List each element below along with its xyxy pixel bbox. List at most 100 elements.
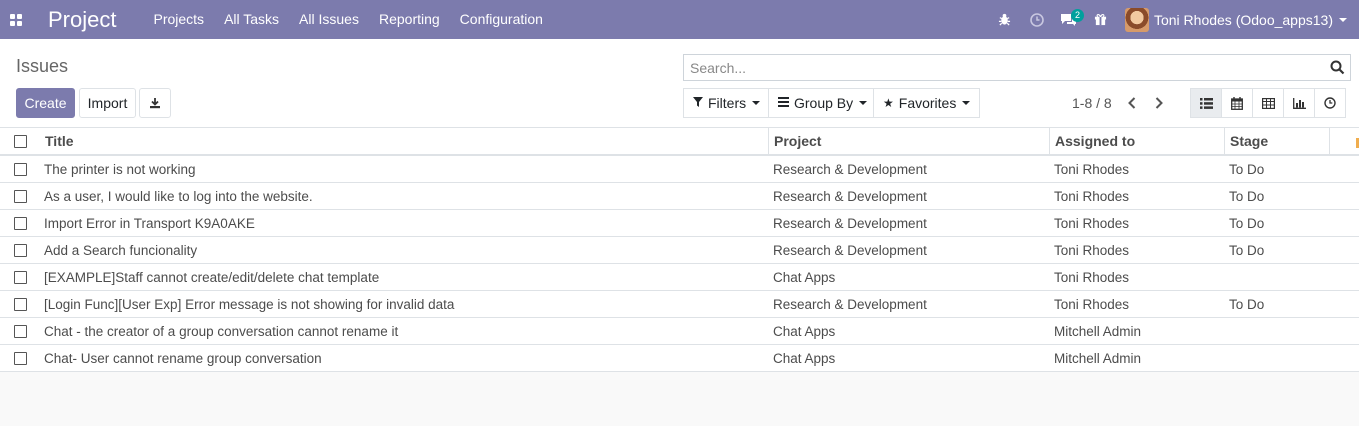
row-checkbox-cell bbox=[0, 210, 40, 236]
cell-stage: To Do bbox=[1229, 242, 1265, 258]
app-brand[interactable]: Project bbox=[48, 7, 116, 33]
row-checkbox[interactable] bbox=[13, 243, 27, 257]
row-checkbox[interactable] bbox=[13, 324, 27, 338]
download-button[interactable] bbox=[139, 88, 171, 118]
cell-extra bbox=[1330, 210, 1359, 236]
cell-project: Research & Development bbox=[773, 188, 927, 204]
cell-project: Chat Apps bbox=[773, 350, 836, 366]
favorites-label: Favorites bbox=[898, 95, 957, 111]
issues-table: Title Project Assigned to Stage The prin… bbox=[0, 128, 1359, 372]
search-bar bbox=[683, 54, 1351, 81]
row-checkbox[interactable] bbox=[13, 189, 27, 203]
chevron-down-icon bbox=[1339, 17, 1347, 22]
graph-view-icon[interactable] bbox=[1283, 88, 1315, 118]
cell-extra bbox=[1330, 318, 1359, 344]
cell-title: Import Error in Transport K9A0AKE bbox=[44, 215, 255, 231]
user-menu[interactable]: Toni Rhodes (Odoo_apps13) bbox=[1117, 0, 1359, 39]
cell-assigned: Toni Rhodes bbox=[1054, 188, 1130, 204]
cell-assigned: Mitchell Admin bbox=[1054, 323, 1142, 339]
control-panel: Issues Create Import Filters Group By ★ … bbox=[0, 39, 1359, 128]
cell-extra bbox=[1330, 183, 1359, 209]
menu-all-tasks[interactable]: All Tasks bbox=[214, 0, 289, 39]
row-checkbox[interactable] bbox=[13, 351, 27, 365]
pager-previous-icon[interactable] bbox=[1121, 91, 1143, 115]
row-checkbox-cell bbox=[0, 264, 40, 290]
table-row[interactable]: [Login Func][User Exp] Error message is … bbox=[0, 291, 1359, 318]
cell-stage bbox=[1225, 318, 1330, 344]
cell-project: Chat Apps bbox=[773, 269, 836, 285]
cell-project: Research & Development bbox=[773, 242, 927, 258]
cell-stage: To Do bbox=[1229, 161, 1265, 177]
search-icon[interactable] bbox=[1324, 60, 1350, 75]
menu-reporting[interactable]: Reporting bbox=[369, 0, 450, 39]
breadcrumb: Issues bbox=[16, 56, 69, 76]
user-name: Toni Rhodes (Odoo_apps13) bbox=[1153, 11, 1333, 28]
table-body: The printer is not working Research & Dev… bbox=[0, 156, 1359, 372]
row-checkbox-cell bbox=[0, 345, 40, 371]
cell-project: Research & Development bbox=[773, 215, 927, 231]
star-icon: ★ bbox=[883, 96, 894, 110]
row-checkbox[interactable] bbox=[13, 270, 27, 284]
cell-stage bbox=[1225, 345, 1330, 371]
avatar bbox=[1124, 7, 1149, 32]
pager-next-icon[interactable] bbox=[1148, 91, 1170, 115]
column-header-assigned[interactable]: Assigned to bbox=[1050, 128, 1225, 154]
cell-stage bbox=[1225, 264, 1330, 290]
top-navbar: Project Projects All Tasks All Issues Re… bbox=[0, 0, 1359, 39]
column-header-optional bbox=[1330, 128, 1359, 154]
row-checkbox[interactable] bbox=[13, 162, 27, 176]
chevron-down-icon bbox=[859, 101, 868, 105]
row-checkbox-cell bbox=[0, 318, 40, 344]
chevron-down-icon bbox=[962, 101, 971, 105]
list-view-icon[interactable] bbox=[1190, 88, 1222, 118]
cell-assigned: Toni Rhodes bbox=[1054, 296, 1130, 312]
pager-value[interactable]: 1-8 / 8 bbox=[1072, 95, 1112, 111]
select-all-checkbox-cell bbox=[0, 128, 40, 154]
table-row[interactable]: As a user, I would like to log into the … bbox=[0, 183, 1359, 210]
import-button[interactable]: Import bbox=[79, 88, 136, 118]
messages-icon[interactable]: 2 bbox=[1053, 0, 1085, 39]
calendar-view-icon[interactable] bbox=[1221, 88, 1253, 118]
table-row[interactable]: [EXAMPLE]Staff cannot create/edit/delete… bbox=[0, 264, 1359, 291]
cell-project: Research & Development bbox=[773, 161, 927, 177]
table-row[interactable]: The printer is not working Research & Dev… bbox=[0, 156, 1359, 183]
cell-title: As a user, I would like to log into the … bbox=[44, 188, 313, 204]
create-button[interactable]: Create bbox=[16, 88, 75, 118]
row-checkbox-cell bbox=[0, 183, 40, 209]
table-row[interactable]: Add a Search funcionality Research & Deve… bbox=[0, 237, 1359, 264]
menu-all-issues[interactable]: All Issues bbox=[289, 0, 369, 39]
table-row[interactable]: Chat- User cannot rename group conversat… bbox=[0, 345, 1359, 372]
column-header-project[interactable]: Project bbox=[769, 128, 1050, 154]
table-row[interactable]: Import Error in Transport K9A0AKE Researc… bbox=[0, 210, 1359, 237]
row-checkbox[interactable] bbox=[13, 297, 27, 311]
cell-stage: To Do bbox=[1229, 188, 1265, 204]
column-header-stage[interactable]: Stage bbox=[1225, 128, 1330, 154]
search-input[interactable] bbox=[684, 55, 1324, 80]
pivot-view-icon[interactable] bbox=[1252, 88, 1284, 118]
gift-icon[interactable] bbox=[1085, 0, 1117, 39]
column-header-title[interactable]: Title bbox=[40, 128, 769, 154]
chevron-down-icon bbox=[752, 101, 761, 105]
bug-icon[interactable] bbox=[989, 0, 1021, 39]
list-bars-icon bbox=[778, 96, 789, 110]
row-checkbox[interactable] bbox=[13, 216, 27, 230]
message-count-badge: 2 bbox=[1070, 9, 1084, 22]
table-row[interactable]: Chat - the creator of a group conversati… bbox=[0, 318, 1359, 345]
filters-button[interactable]: Filters bbox=[683, 88, 771, 118]
cell-extra bbox=[1330, 264, 1359, 290]
filter-icon bbox=[693, 96, 703, 110]
select-all-checkbox[interactable] bbox=[13, 134, 27, 148]
activity-view-icon[interactable] bbox=[1314, 88, 1346, 118]
cell-assigned: Toni Rhodes bbox=[1054, 242, 1130, 258]
favorites-button[interactable]: ★ Favorites bbox=[873, 88, 981, 118]
cell-project: Chat Apps bbox=[773, 323, 836, 339]
group-by-label: Group By bbox=[794, 95, 854, 111]
group-by-button[interactable]: Group By bbox=[768, 88, 878, 118]
view-switcher bbox=[1190, 88, 1346, 118]
menu-projects[interactable]: Projects bbox=[143, 0, 214, 39]
menu-configuration[interactable]: Configuration bbox=[450, 0, 553, 39]
cell-title: Add a Search funcionality bbox=[44, 242, 198, 258]
filters-label: Filters bbox=[708, 95, 747, 111]
activity-clock-icon[interactable] bbox=[1021, 0, 1053, 39]
apps-menu-icon[interactable] bbox=[0, 0, 32, 39]
